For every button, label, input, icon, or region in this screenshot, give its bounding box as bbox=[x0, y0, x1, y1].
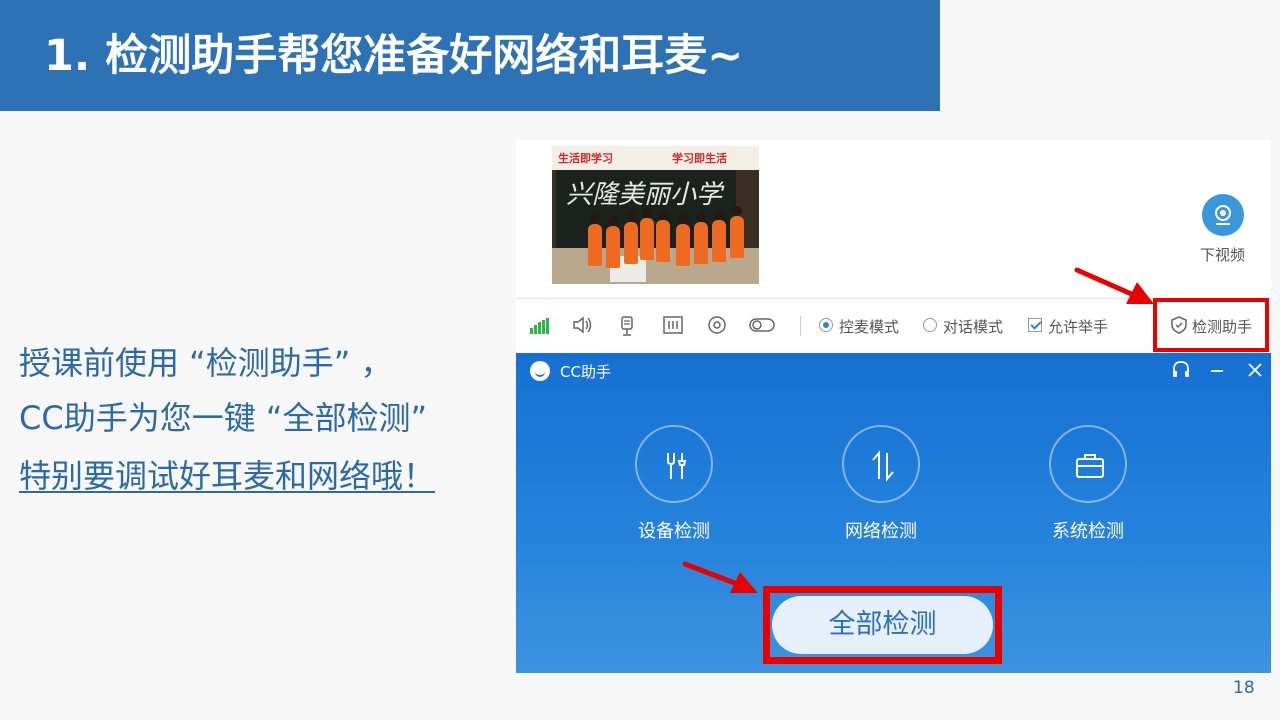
disc-icon[interactable] bbox=[706, 315, 728, 335]
allow-hand-checkbox[interactable] bbox=[1028, 318, 1042, 332]
photo-banner-left: 生活即学习 bbox=[558, 152, 613, 165]
cc-window-title: CC助手 bbox=[560, 363, 611, 381]
system-check-button[interactable] bbox=[1049, 425, 1127, 503]
camera-button-label: 下视频 bbox=[1200, 246, 1246, 264]
red-arrow-to-helper-icon bbox=[1074, 267, 1154, 304]
toolbar-separator bbox=[800, 316, 801, 336]
headset-icon[interactable] bbox=[1170, 359, 1192, 381]
student-figure bbox=[588, 214, 602, 266]
camera-button[interactable] bbox=[1202, 194, 1244, 236]
photo-banner-right: 学习即生活 bbox=[672, 152, 727, 165]
slide-title: 1. 检测助手帮您准备好网络和耳麦~ bbox=[44, 31, 744, 81]
close-icon[interactable] bbox=[1244, 359, 1266, 381]
classroom-photo: 生活即学习 学习即生活 兴隆美丽小学 bbox=[552, 146, 759, 284]
allow-hand-label: 允许举手 bbox=[1048, 318, 1109, 336]
slide-title-bar: 1. 检测助手帮您准备好网络和耳麦~ bbox=[0, 0, 940, 111]
camera-icon bbox=[1215, 205, 1231, 225]
raise-mic-mode-radio[interactable] bbox=[819, 318, 833, 332]
detect-helper-highlight bbox=[1153, 298, 1269, 352]
photo-banner: 生活即学习 学习即生活 bbox=[552, 146, 759, 170]
minimize-icon[interactable] bbox=[1206, 359, 1228, 381]
microphone-icon[interactable] bbox=[618, 315, 636, 337]
signal-strength-icon bbox=[530, 318, 550, 334]
student-figure bbox=[606, 216, 620, 268]
student-figure bbox=[624, 212, 638, 264]
network-arrows-icon bbox=[872, 450, 894, 482]
speaker-icon[interactable] bbox=[572, 315, 594, 335]
device-check-label: 设备检测 bbox=[638, 521, 710, 542]
device-check-button[interactable] bbox=[635, 425, 713, 503]
blackboard-text: 兴隆美丽小学 bbox=[566, 180, 723, 210]
red-arrow-to-all-check-icon bbox=[682, 561, 758, 593]
student-figure bbox=[676, 214, 690, 266]
page-number: 18 bbox=[1233, 678, 1255, 698]
briefcase-icon bbox=[1076, 454, 1104, 478]
dialog-mode-radio[interactable] bbox=[923, 318, 937, 332]
tools-icon bbox=[667, 453, 687, 479]
body-text-line-1: 授课前使用 “检测助手” ， bbox=[19, 344, 393, 382]
student-figure bbox=[694, 212, 708, 264]
cc-logo-icon bbox=[530, 361, 550, 381]
student-figure bbox=[712, 210, 726, 262]
network-check-label: 网络检测 bbox=[845, 521, 917, 542]
student-figure bbox=[656, 210, 670, 262]
toggle-icon[interactable] bbox=[748, 315, 776, 335]
all-check-button[interactable]: 全部检测 bbox=[772, 596, 993, 654]
student-figure bbox=[640, 208, 654, 260]
dialog-mode-label: 对话模式 bbox=[943, 318, 1004, 336]
board-icon[interactable] bbox=[662, 315, 684, 335]
student-figure bbox=[730, 206, 744, 258]
video-panel: 生活即学习 学习即生活 兴隆美丽小学 下视频 控麦模式 对话模式 允许举手 检测… bbox=[516, 140, 1271, 352]
body-text-line-3: 特别要调试好耳麦和网络哦！ bbox=[19, 457, 436, 495]
body-text-line-2: CC助手为您一键 “全部检测” bbox=[19, 399, 428, 437]
cc-helper-window: CC助手 设备检测 网络检测 系统检测 全部检测 bbox=[516, 353, 1271, 673]
network-check-button[interactable] bbox=[842, 425, 920, 503]
system-check-label: 系统检测 bbox=[1052, 521, 1124, 542]
raise-mic-mode-label: 控麦模式 bbox=[839, 318, 900, 336]
